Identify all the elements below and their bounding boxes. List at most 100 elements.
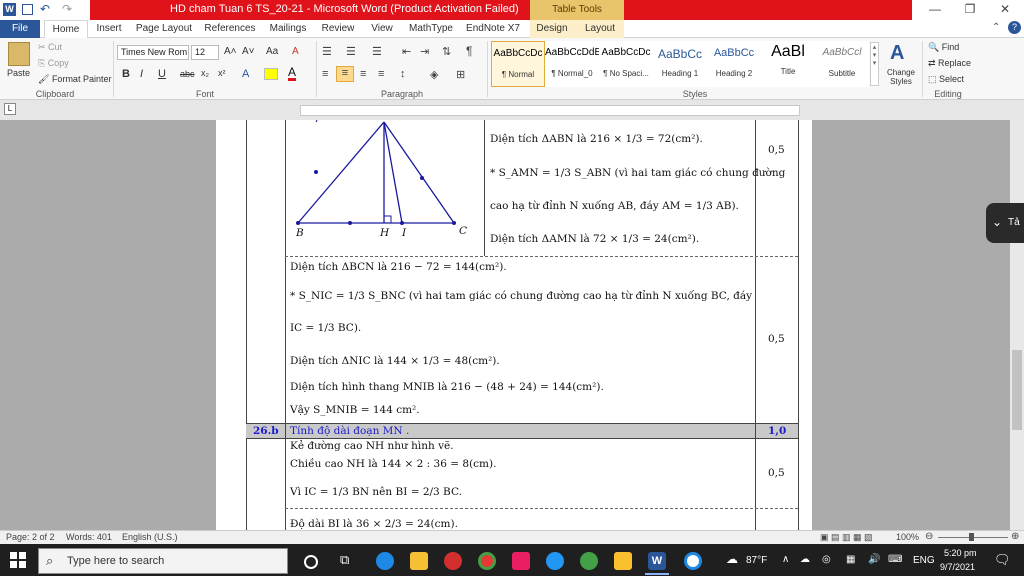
language-tray[interactable]: ENG — [913, 555, 935, 566]
zoom-in-icon[interactable]: ⊕ — [1011, 531, 1019, 542]
grow-font-button[interactable]: A˄ — [224, 46, 237, 57]
app-circle-icon[interactable] — [684, 552, 702, 570]
opera-icon[interactable] — [444, 552, 462, 570]
align-center-icon[interactable]: ≡ — [336, 66, 354, 82]
multilevel-list-icon[interactable]: ☰ — [372, 45, 382, 58]
strikethrough-button[interactable]: abc — [180, 69, 195, 79]
zoom-out-icon[interactable]: ⊖ — [925, 531, 933, 542]
style-no-spacing[interactable]: AaBbCcDc ¶ No Spaci... — [599, 41, 653, 87]
style-heading-2[interactable]: AaBbCc Heading 2 — [707, 41, 761, 87]
redo-icon[interactable]: ↷ — [62, 2, 72, 16]
horizontal-ruler[interactable] — [300, 105, 800, 116]
doc-line[interactable]: Diện tích ΔAMN là 72 × 1/3 = 24(cm²). — [490, 233, 699, 245]
change-case-button[interactable]: Aa — [266, 46, 278, 57]
language-indicator[interactable]: English (U.S.) — [122, 532, 178, 542]
file-explorer-icon[interactable] — [410, 552, 428, 570]
edge-icon[interactable] — [376, 552, 394, 570]
doc-line[interactable]: Vậy S_MNIB = 144 cm². — [290, 404, 420, 416]
doc-line[interactable]: Diện tích ΔNIC là 144 × 1/3 = 48(cm²). — [290, 355, 500, 367]
save-icon[interactable] — [22, 4, 33, 15]
zoom-level[interactable]: 100% — [896, 532, 919, 542]
style-normal-0[interactable]: AaBbCcDdE ¶ Normal_0 — [545, 41, 601, 87]
zoom-slider-thumb[interactable] — [969, 533, 974, 541]
ribbon-collapse-icon[interactable]: ⌃ — [992, 22, 1000, 33]
shading-icon[interactable]: ◈ — [430, 68, 438, 81]
question-title[interactable]: Tính độ dài đoạn MN . — [290, 425, 409, 437]
notification-icon[interactable]: 🗨 — [994, 552, 1011, 568]
minimize-button[interactable]: — — [920, 2, 950, 18]
cortana-icon[interactable] — [304, 555, 318, 569]
text-effects-icon[interactable]: A — [242, 68, 249, 80]
show-marks-button[interactable]: ¶ — [466, 44, 472, 58]
paste-icon[interactable] — [8, 42, 30, 66]
underline-button[interactable]: U — [158, 68, 166, 80]
highlight-icon[interactable] — [264, 68, 278, 80]
task-view-icon[interactable]: ⧉ — [340, 552, 358, 570]
tab-file[interactable]: File — [0, 20, 40, 38]
tab-view[interactable]: View — [366, 20, 398, 38]
clock-time[interactable]: 5:20 pm — [944, 548, 977, 558]
app-tray-icon[interactable]: ◎ — [822, 554, 831, 565]
score-cell[interactable]: 0,5 — [768, 333, 785, 345]
score-cell[interactable]: 0,5 — [768, 144, 785, 156]
word-icon[interactable]: W — [3, 3, 16, 16]
style-normal[interactable]: AaBbCcDc ¶ Normal — [491, 41, 545, 87]
folder-icon[interactable] — [614, 552, 632, 570]
weather-temp[interactable]: 87°F — [746, 555, 767, 566]
clear-format-button[interactable]: A — [292, 46, 299, 57]
doc-line[interactable]: IC = 1/3 BC). — [290, 322, 361, 334]
scrollbar-thumb[interactable] — [1012, 350, 1022, 430]
weather-icon[interactable]: ☁ — [726, 552, 738, 566]
tab-mailings[interactable]: Mailings — [266, 20, 310, 38]
close-button[interactable]: ✕ — [990, 2, 1020, 18]
font-size-select[interactable]: 12 — [191, 45, 219, 60]
restore-button[interactable]: ❐ — [955, 2, 985, 18]
find-button[interactable]: 🔍 Find — [928, 42, 959, 53]
word-taskbar-icon[interactable]: W — [648, 552, 666, 570]
style-subtitle[interactable]: AaBbCcl Subtitle — [815, 41, 869, 87]
styles-scroll-icon[interactable]: ▴ ▾ ▾ — [870, 42, 879, 86]
onedrive-icon[interactable]: ☁ — [800, 554, 810, 565]
chrome-profile-icon[interactable] — [580, 552, 598, 570]
windows-start-icon[interactable] — [10, 552, 26, 568]
zoom-app-icon[interactable] — [546, 552, 564, 570]
score-cell[interactable]: 0,5 — [768, 467, 785, 479]
copy-button[interactable]: ⎘ Copy — [38, 58, 69, 69]
tab-mathtype[interactable]: MathType — [406, 20, 456, 38]
view-buttons-icon[interactable]: ▣ ▤ ▥ ▦ ▧ — [820, 532, 873, 543]
decrease-indent-icon[interactable]: ⇤ — [402, 45, 411, 58]
tab-page-layout[interactable]: Page Layout — [134, 20, 194, 38]
font-color-icon[interactable]: A — [288, 66, 297, 81]
keyboard-icon[interactable]: ⌨ — [888, 554, 902, 565]
doc-line[interactable]: * S_AMN = 1/3 S_ABN (vì hai tam giác có … — [490, 167, 785, 179]
undo-icon[interactable]: ↶ — [40, 2, 50, 16]
change-styles-button[interactable]: Change Styles — [884, 68, 918, 86]
doc-line[interactable]: Kẻ đường cao NH như hình vẽ. — [290, 440, 454, 452]
doc-line[interactable]: cao hạ từ đỉnh N xuống AB, đáy AM = 1/3 … — [490, 200, 739, 212]
align-left-icon[interactable]: ≡ — [322, 68, 328, 80]
replace-button[interactable]: ⇄ Replace — [928, 58, 971, 69]
borders-icon[interactable]: ⊞ — [456, 68, 465, 81]
align-right-icon[interactable]: ≡ — [360, 68, 366, 80]
doc-line[interactable]: Diện tích ΔABN là 216 × 1/3 = 72(cm²). — [490, 133, 703, 145]
paste-button[interactable]: Paste — [7, 68, 30, 78]
change-styles-icon[interactable]: A — [890, 42, 904, 65]
page-count[interactable]: Page: 2 of 2 — [6, 532, 55, 542]
style-title[interactable]: AaBl Title — [761, 41, 815, 87]
doc-line[interactable]: Diện tích ΔBCN là 216 − 72 = 144(cm²). — [290, 261, 507, 273]
network-icon[interactable]: ▦ — [846, 554, 855, 565]
question-number[interactable]: 26.b — [253, 425, 279, 437]
clock-date[interactable]: 9/7/2021 — [940, 562, 975, 572]
doc-line[interactable]: Chiều cao NH là 144 × 2 : 36 = 8(cm). — [290, 458, 496, 470]
tab-references[interactable]: References — [202, 20, 258, 38]
taskbar-search-input[interactable]: Type here to search — [38, 548, 288, 574]
format-painter-button[interactable]: 🖌 Format Painter — [38, 74, 111, 85]
word-count[interactable]: Words: 401 — [66, 532, 112, 542]
tray-chevron-icon[interactable]: ∧ — [782, 554, 789, 565]
bullets-icon[interactable]: ☰ — [322, 45, 332, 58]
numbering-icon[interactable]: ☰ — [346, 45, 356, 58]
question-score[interactable]: 1,0 — [768, 425, 786, 437]
side-popup[interactable]: ⌄ Tả — [986, 203, 1024, 243]
cut-button[interactable]: ✂ Cut — [38, 42, 62, 53]
italic-button[interactable]: I — [140, 68, 143, 80]
